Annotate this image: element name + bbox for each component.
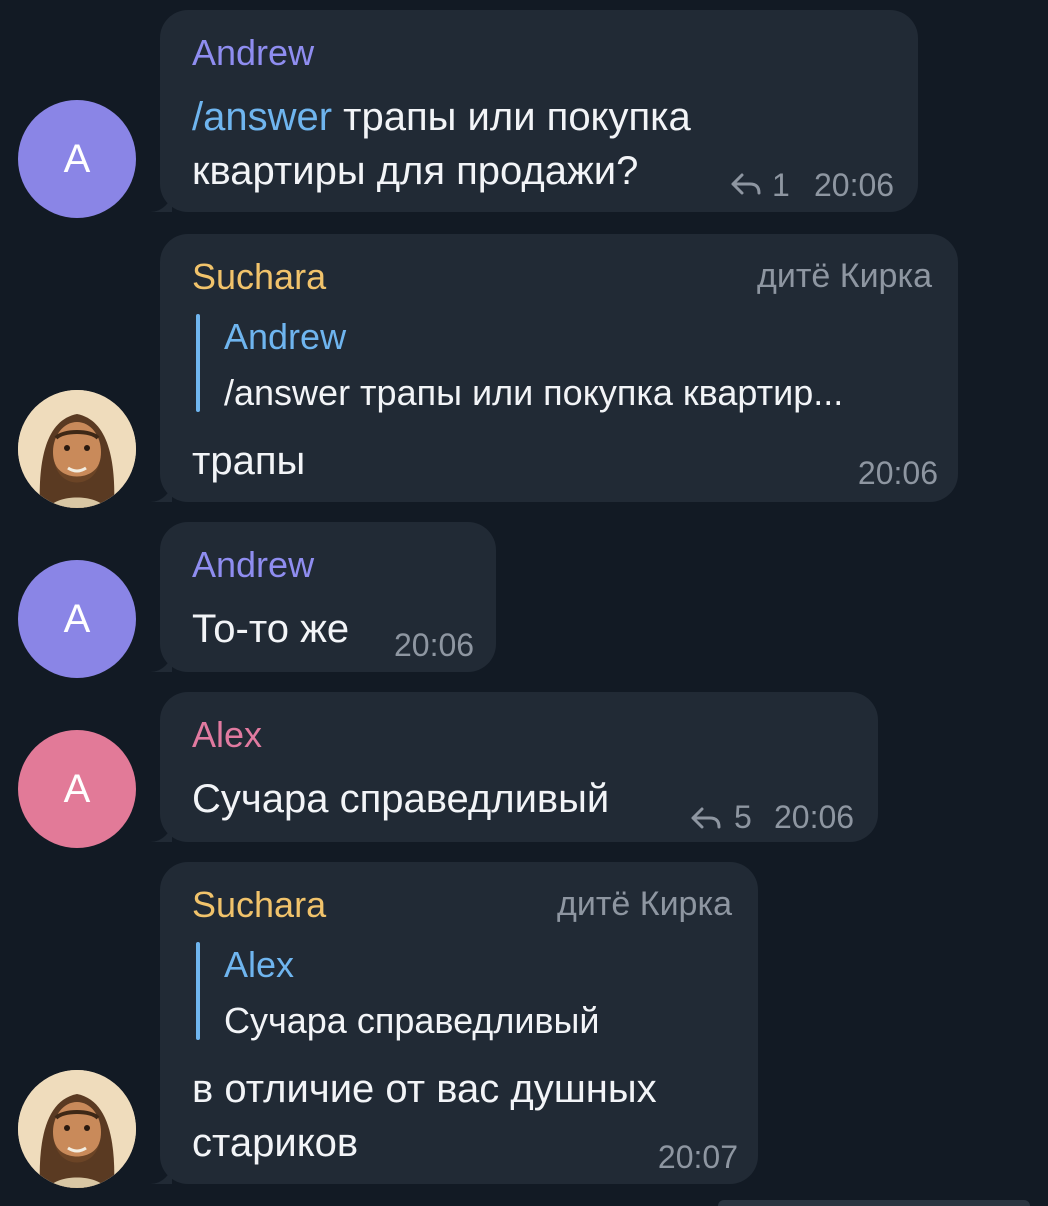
quote-bar <box>196 314 200 412</box>
message-bubble[interactable]: Alex Сучара справедливый 5 20:06 <box>160 692 878 842</box>
message-text-line1: в отличие от вас душных <box>192 1067 657 1111</box>
quoted-sender[interactable]: Andrew <box>224 316 346 358</box>
quoted-text[interactable]: Сучара справедливый <box>224 1000 600 1042</box>
avatar-letter: A <box>63 766 91 811</box>
avatar-andrew[interactable]: A <box>18 560 136 678</box>
member-title: дитё Кирка <box>557 885 732 923</box>
reply-count[interactable]: 5 <box>734 798 752 836</box>
avatar-letter: A <box>63 136 91 181</box>
quoted-text[interactable]: /answer трапы или покупка квартир... <box>224 372 843 414</box>
message-text: трапы <box>192 439 306 483</box>
sender-name[interactable]: Suchara <box>192 884 326 926</box>
quote-bar <box>196 942 200 1040</box>
message-bubble[interactable]: Suchara дитё Кирка Andrew /answer трапы … <box>160 234 958 502</box>
message-time: 20:06 <box>774 799 855 835</box>
message-bubble[interactable]: Andrew То-то же 20:06 <box>160 522 496 672</box>
avatar-suchara[interactable] <box>18 390 136 508</box>
message-text: Сучара справедливый <box>192 777 610 821</box>
message-bubble[interactable]: Andrew /answer трапы или покупка квартир… <box>160 10 918 212</box>
sender-name[interactable]: Andrew <box>192 544 314 586</box>
message-time: 20:06 <box>857 455 938 491</box>
jesus-avatar-icon <box>18 390 136 508</box>
sender-name[interactable]: Alex <box>192 714 262 756</box>
reply-icon[interactable] <box>690 806 722 832</box>
jesus-avatar-icon <box>18 1070 136 1188</box>
message-text: То-то же <box>192 607 350 651</box>
sender-name[interactable]: Suchara <box>192 256 326 298</box>
message-text-rest: трапы или покупка <box>332 95 691 139</box>
reply-icon[interactable] <box>730 172 762 198</box>
bot-command-link[interactable]: /answer <box>192 95 332 139</box>
message-text: /answer трапы или покупка <box>192 90 691 144</box>
message-time: 20:06 <box>814 167 895 203</box>
message-time: 20:06 <box>394 627 475 663</box>
next-message-edge <box>718 1200 1030 1206</box>
quoted-sender[interactable]: Alex <box>224 944 294 986</box>
avatar-letter: A <box>63 596 91 641</box>
avatar-andrew[interactable]: A <box>18 100 136 218</box>
reply-count[interactable]: 1 <box>772 166 790 204</box>
member-title: дитё Кирка <box>757 257 932 295</box>
avatar-alex[interactable]: A <box>18 730 136 848</box>
message-time: 20:07 <box>657 1139 738 1175</box>
message-text-line2: стариков <box>192 1121 359 1165</box>
sender-name[interactable]: Andrew <box>192 32 314 74</box>
avatar-suchara[interactable] <box>18 1070 136 1188</box>
message-text-line2: квартиры для продажи? <box>192 149 639 193</box>
message-bubble[interactable]: Suchara дитё Кирка Alex Сучара справедли… <box>160 862 758 1184</box>
